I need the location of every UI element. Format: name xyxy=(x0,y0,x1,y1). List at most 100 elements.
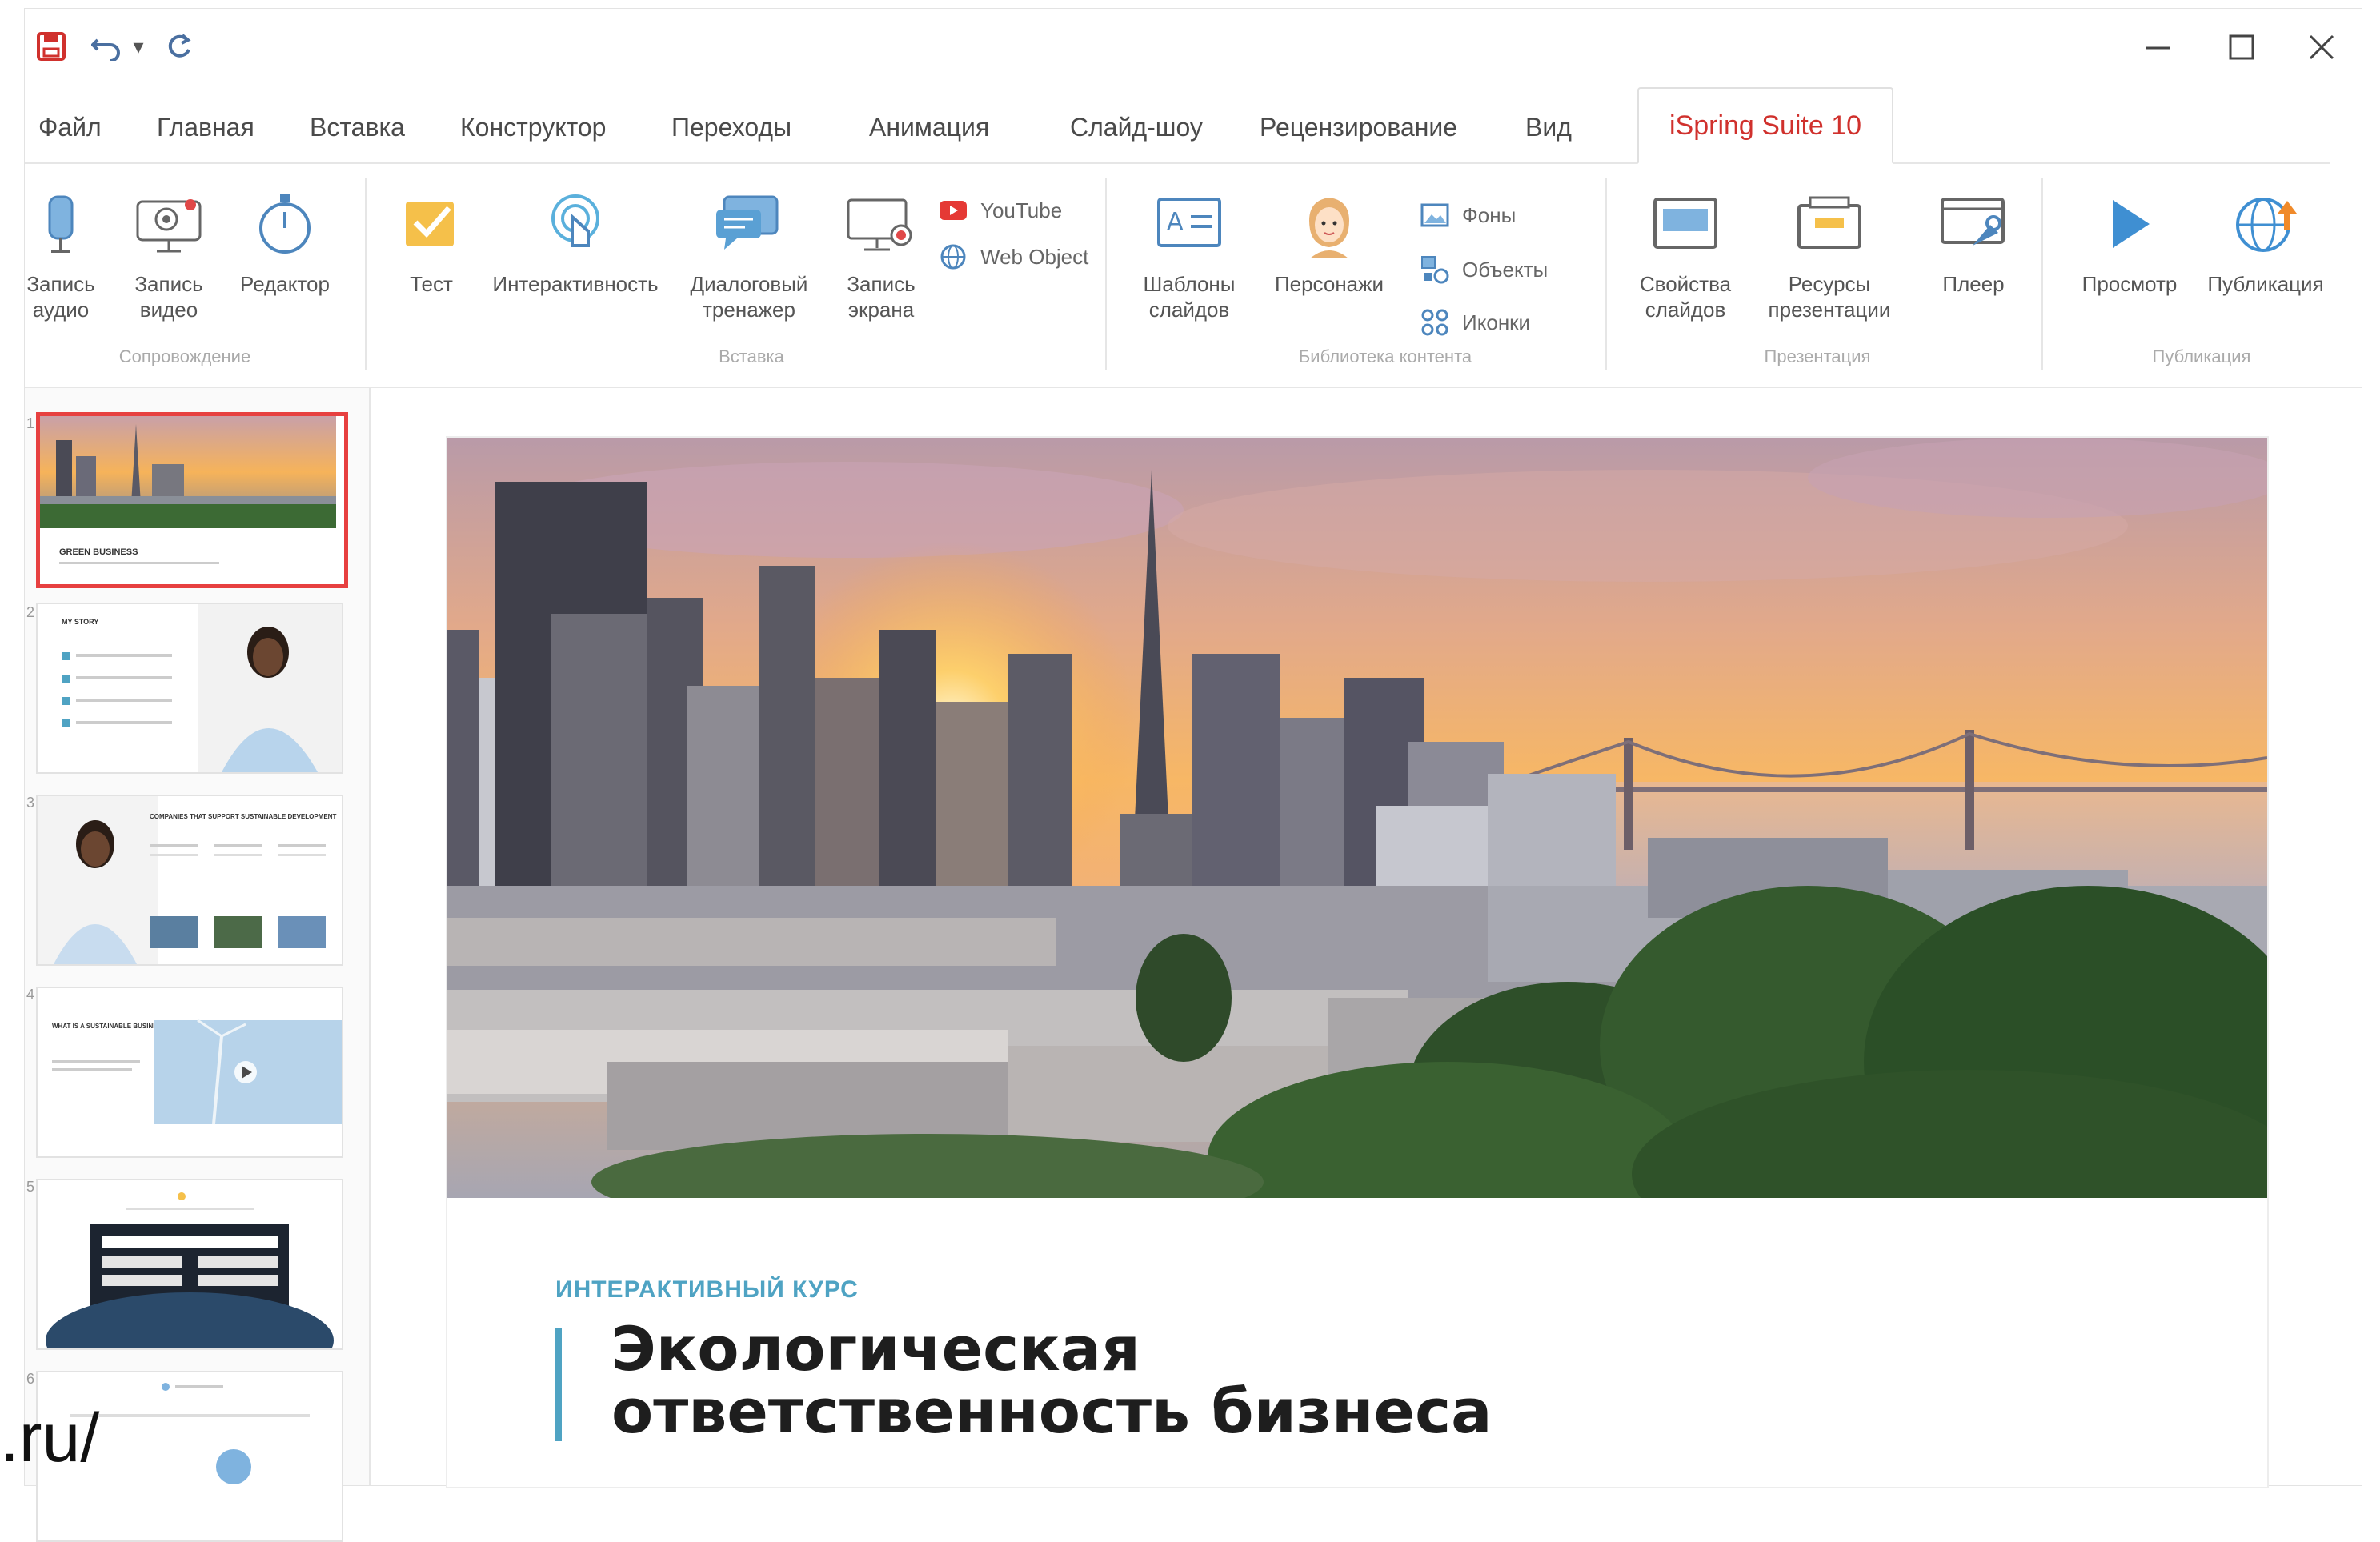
play-icon xyxy=(2094,188,2166,260)
slide-thumbnail-4[interactable]: WHAT IS A SUSTAINABLE BUSINESS? xyxy=(36,987,343,1158)
slide-thumbnail-1[interactable]: GREEN BUSINESS xyxy=(36,412,348,588)
slide-title-line-1: Экологическая xyxy=(611,1313,1140,1384)
dialog-simulator-button[interactable]: Диалоговый тренажер xyxy=(677,188,821,322)
slide-canvas[interactable]: ИНТЕРАКТИВНЫЙ КУРС Экологическая ответст… xyxy=(446,436,2269,1488)
tab-insert[interactable]: Вставка xyxy=(310,103,405,151)
title-bar: ▾ xyxy=(25,9,2362,85)
icons-library-icon xyxy=(1417,306,1452,338)
tab-review[interactable]: Рецензирование xyxy=(1260,103,1457,151)
slide-templates-label: Шаблоны слайдов xyxy=(1143,272,1236,322)
youtube-label: YouTube xyxy=(980,198,1063,222)
thumb-1-caption: GREEN BUSINESS xyxy=(59,547,138,557)
slide-template-icon: A xyxy=(1153,188,1225,260)
tab-design[interactable]: Конструктор xyxy=(460,103,606,151)
slide-number: 3 xyxy=(26,795,35,811)
test-button[interactable]: Тест xyxy=(391,188,471,297)
record-screen-button[interactable]: Запись экрана xyxy=(837,188,925,322)
characters-button[interactable]: Персонажи xyxy=(1261,188,1397,297)
player-button[interactable]: Плеер xyxy=(1929,188,2017,297)
objects-icon xyxy=(1417,254,1452,286)
interactivity-button[interactable]: Интерактивность xyxy=(479,188,671,297)
youtube-icon xyxy=(936,194,971,226)
group-label-accompaniment: Сопровождение xyxy=(118,346,251,366)
slide-number: 5 xyxy=(26,1179,35,1195)
icons-label: Иконки xyxy=(1462,310,1531,334)
ribbon: Запись аудио Запись видео Редактор Сопро… xyxy=(25,164,2362,388)
group-label-content-library: Библиотека контента xyxy=(1298,346,1472,366)
thumb-3-title: COMPANIES THAT SUPPORT SUSTAINABLE DEVEL… xyxy=(150,813,336,820)
webcam-icon xyxy=(133,188,205,260)
slide-number: 1 xyxy=(26,415,35,431)
quiz-checkbox-icon xyxy=(395,188,467,260)
objects-button[interactable]: Объекты xyxy=(1417,254,1548,286)
url-watermark: .ru/ xyxy=(0,1400,100,1476)
undo-dropdown-icon[interactable]: ▾ xyxy=(129,26,148,66)
slide-title-line-2: ответственность бизнеса xyxy=(611,1376,1493,1447)
tab-animation[interactable]: Анимация xyxy=(869,103,989,151)
character-icon xyxy=(1293,188,1365,260)
touch-icon xyxy=(539,188,611,260)
publish-globe-icon xyxy=(2230,188,2302,260)
app-window: ▾ Файл Главная Вставка Конструктор Перех… xyxy=(24,8,2362,1542)
thumb-4-title: WHAT IS A SUSTAINABLE BUSINESS? xyxy=(52,1023,170,1030)
group-label-presentation: Презентация xyxy=(1764,346,1871,366)
web-object-button[interactable]: Web Object xyxy=(936,241,1088,273)
slide-templates-button[interactable]: A Шаблоны слайдов xyxy=(1129,188,1249,322)
redo-icon[interactable] xyxy=(159,26,199,66)
city-skyline-image xyxy=(447,438,2267,1198)
tab-slideshow[interactable]: Слайд-шоу xyxy=(1070,103,1203,151)
test-label: Тест xyxy=(410,272,453,296)
ribbon-separator xyxy=(1605,178,1607,370)
slide-thumbnail-3[interactable]: COMPANIES THAT SUPPORT SUSTAINABLE DEVEL… xyxy=(36,795,343,966)
record-video-label: Запись видео xyxy=(134,272,203,322)
record-screen-label: Запись экрана xyxy=(847,272,916,322)
slide-thumbnail-2[interactable]: MY STORY xyxy=(36,603,343,774)
slide-title: Экологическая ответственность бизнеса xyxy=(611,1318,1492,1443)
record-audio-button[interactable]: Запись аудио xyxy=(25,188,97,322)
slide-properties-button[interactable]: Свойства слайдов xyxy=(1629,188,1741,322)
tab-home[interactable]: Главная xyxy=(157,103,254,151)
icons-button[interactable]: Иконки xyxy=(1417,306,1530,338)
microphone-icon xyxy=(25,188,97,260)
resources-icon xyxy=(1793,188,1865,260)
ribbon-separator xyxy=(2041,178,2043,370)
chat-bubble-icon xyxy=(713,188,785,260)
web-object-label: Web Object xyxy=(980,244,1089,269)
slide-thumbnail-5[interactable] xyxy=(36,1179,343,1350)
interactivity-label: Интерактивность xyxy=(492,272,659,296)
objects-label: Объекты xyxy=(1462,257,1549,282)
dialog-simulator-label: Диалоговый тренажер xyxy=(690,272,808,322)
slide-number: 6 xyxy=(26,1371,35,1387)
tab-transitions[interactable]: Переходы xyxy=(671,103,791,151)
close-icon[interactable] xyxy=(2294,23,2350,71)
presentation-resources-button[interactable]: Ресурсы презентации xyxy=(1753,188,1905,322)
tab-view[interactable]: Вид xyxy=(1525,103,1572,151)
ribbon-tabs: Файл Главная Вставка Конструктор Переход… xyxy=(25,87,2330,164)
preview-label: Просмотр xyxy=(2081,272,2178,296)
slide-number: 2 xyxy=(26,604,35,620)
maximize-icon[interactable] xyxy=(2214,23,2270,71)
save-icon[interactable] xyxy=(31,26,71,66)
undo-icon[interactable] xyxy=(87,26,127,66)
editor-button[interactable]: Редактор xyxy=(237,188,333,297)
thumb-2-title: MY STORY xyxy=(62,618,98,626)
tab-ispring-suite[interactable]: iSpring Suite 10 xyxy=(1637,87,1894,164)
presentation-resources-label: Ресурсы презентации xyxy=(1768,272,1891,322)
minimize-icon[interactable] xyxy=(2130,23,2186,71)
player-settings-icon xyxy=(1937,188,2009,260)
player-label: Плеер xyxy=(1942,272,2005,296)
slide-thumbnails-pane: 1 GREEN BUSINESS 2 MY STORY 3 COMPANIES … xyxy=(25,388,371,1542)
backgrounds-button[interactable]: Фоны xyxy=(1417,199,1516,231)
ribbon-separator xyxy=(365,178,367,370)
record-video-button[interactable]: Запись видео xyxy=(129,188,209,322)
youtube-button[interactable]: YouTube xyxy=(936,194,1062,226)
backgrounds-label: Фоны xyxy=(1462,202,1517,227)
group-label-insert: Вставка xyxy=(719,346,784,366)
title-accent-bar xyxy=(555,1328,562,1441)
preview-button[interactable]: Просмотр xyxy=(2069,188,2190,297)
slide-properties-label: Свойства слайдов xyxy=(1639,272,1732,322)
editor-label: Редактор xyxy=(240,272,330,296)
globe-icon xyxy=(936,241,971,273)
tab-file[interactable]: Файл xyxy=(38,103,102,151)
publish-button[interactable]: Публикация xyxy=(2198,188,2334,297)
